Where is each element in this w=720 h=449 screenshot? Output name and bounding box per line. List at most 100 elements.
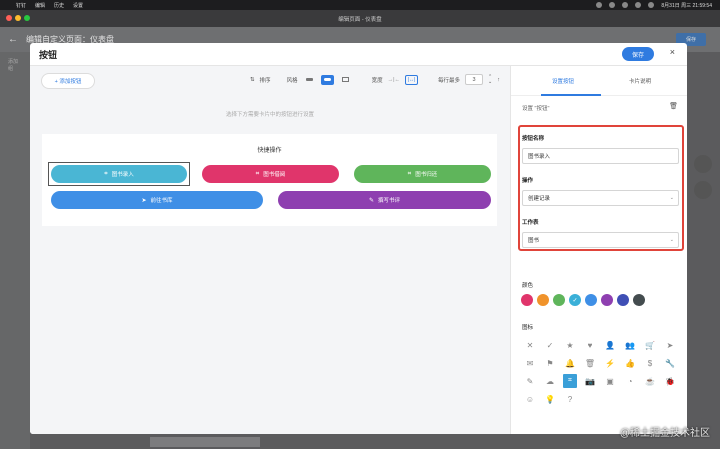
style-pill-option[interactable] [320, 74, 334, 85]
tab-card-description[interactable]: 卡片说明 [629, 77, 651, 85]
icon-option[interactable]: ➤ [660, 336, 680, 354]
color-swatch[interactable] [617, 294, 629, 306]
sort-label[interactable]: 排序 [260, 76, 271, 84]
color-swatch[interactable] [585, 294, 597, 306]
icon-option[interactable]: 👤 [600, 336, 620, 354]
background-circle-icon [694, 181, 712, 199]
color-swatch[interactable] [553, 294, 565, 306]
icon-option[interactable]: ◔ [620, 372, 640, 390]
icon-option[interactable]: ⚡ [600, 354, 620, 372]
icon-option[interactable]: ✎ [520, 372, 540, 390]
save-button[interactable]: 保存 [622, 47, 654, 61]
maximize-window-button[interactable] [24, 15, 30, 21]
quick-button-book-borrow[interactable]: ⌗ 图书借阅 [202, 165, 339, 183]
quick-button-book-entry[interactable]: ⌗ 图书录入 [51, 165, 187, 183]
add-button-button[interactable]: + 添加按钮 [41, 73, 95, 89]
background-circle-icon [694, 155, 712, 173]
battery-icon[interactable] [648, 2, 655, 8]
icon-option[interactable]: 🐞 [660, 372, 680, 390]
pill-shape-icon [323, 78, 331, 81]
width-compact-icon[interactable]: →|← [388, 77, 400, 83]
icon-option[interactable]: ✕ [520, 336, 540, 354]
quick-button-book-return[interactable]: ⌗ 图书归还 [354, 165, 491, 183]
icon-option[interactable]: ♥ [580, 336, 600, 354]
icon-option[interactable]: ⌗ [563, 374, 577, 388]
button-name-label: 按钮名称 [522, 136, 545, 142]
button-name-input[interactable]: 图书录入 [522, 148, 679, 164]
button-settings-modal: 按钮 保存 × + 添加按钮 ⇅ 排序 风格 宽度 →|← |↔| 每行最多 3… [30, 43, 687, 434]
menu-item-settings[interactable]: 设置 [73, 2, 83, 9]
quick-button-label: 图书录入 [111, 172, 134, 178]
tab-button-settings[interactable]: 设置按钮 [552, 77, 574, 85]
background-bottom-tab [150, 437, 260, 447]
icon-option[interactable]: 🔧 [660, 354, 680, 372]
icon-option[interactable]: 👥 [620, 336, 640, 354]
icon-option[interactable]: ⚑ [540, 354, 560, 372]
modal-title: 按钮 [39, 49, 58, 60]
icon-option[interactable]: ▣ [600, 372, 620, 390]
color-swatch[interactable] [537, 294, 549, 306]
send-icon: ➤ [141, 197, 147, 204]
icon-option[interactable]: $ [640, 354, 660, 372]
minimize-window-button[interactable] [15, 15, 21, 21]
style-rect-option[interactable] [303, 75, 316, 85]
color-swatch[interactable] [601, 294, 613, 306]
width-label: 宽度 [371, 77, 383, 84]
outline-shape-icon [341, 77, 349, 82]
icon-option[interactable]: ☕ [640, 372, 660, 390]
color-swatch[interactable]: ✓ [569, 294, 581, 306]
stepper-icon[interactable]: ⌃ ⌄ [488, 74, 492, 85]
action-select[interactable]: 创建记录 ⌄ [522, 190, 679, 206]
sort-icon[interactable]: ⇅ [250, 77, 255, 83]
status-tray: 8月31日 周三 21:59:54 [596, 2, 712, 9]
icon-option[interactable]: ★ [560, 336, 580, 354]
tray-icon[interactable] [596, 2, 603, 8]
width-full-option[interactable]: |↔| [405, 74, 419, 85]
quick-actions-card: 快捷操作 ⌗ 图书录入 ⌗ 图书借阅 ⌗ 图书归还 ➤ 前往书库 ✎ 撰写书评 [42, 134, 497, 226]
icon-option[interactable]: 👍 [620, 354, 640, 372]
menu-item-app[interactable]: 钉钉 [16, 2, 26, 9]
icon-option[interactable]: 📷 [580, 372, 600, 390]
worksheet-select[interactable]: 图书 ⌄ [522, 232, 679, 248]
menu-item-edit[interactable]: 编辑 [35, 2, 45, 9]
icon-option[interactable]: ☺ [520, 390, 540, 408]
icon-option[interactable]: ✓ [540, 336, 560, 354]
active-tab-indicator [541, 94, 601, 96]
color-swatch[interactable] [633, 294, 645, 306]
watermark: @稀土掘金技术社区 [619, 428, 710, 439]
color-palette: ✓ [521, 294, 645, 306]
menu-item-history[interactable]: 历史 [54, 2, 64, 9]
close-icon[interactable]: × [670, 47, 675, 57]
style-outline-option[interactable] [339, 75, 352, 85]
pencil-icon: ✎ [368, 197, 374, 204]
per-row-input[interactable]: 3 [465, 74, 484, 85]
clock[interactable]: 8月31日 周三 21:59:54 [661, 2, 712, 9]
icon-option[interactable]: ? [560, 390, 580, 408]
back-arrow-icon[interactable]: ← [8, 34, 18, 45]
quick-button-write-review[interactable]: ✎ 撰写书评 [278, 191, 491, 209]
tray-icon[interactable] [609, 2, 616, 8]
icon-option[interactable]: 🗑 [580, 354, 600, 372]
icon-option[interactable]: 🛒 [640, 336, 660, 354]
align-icon[interactable]: ↑ [497, 77, 500, 83]
close-window-button[interactable] [6, 15, 12, 21]
icon-grid: ✕ ✓ ★ ♥ 👤 👥 🛒 ➤ ✉ ⚑ 🔔 🗑 ⚡ 👍 $ 🔧 ✎ ☁ ⌗ 📷 ▣ ◔ ☕ 🐞 ☺ 💡? [520, 336, 685, 408]
quick-button-go-library[interactable]: ➤ 前往书库 [51, 191, 263, 209]
scan-icon: ⌗ [407, 170, 412, 177]
settings-tabs: 设置按钮 卡片说明 [511, 66, 687, 96]
icon-option[interactable]: ☁ [540, 372, 560, 390]
quick-button-label: 图书归还 [415, 172, 438, 178]
color-swatch[interactable] [521, 294, 533, 306]
icon-option[interactable]: 🔔 [560, 354, 580, 372]
background-right-rail [690, 147, 720, 207]
tray-icon[interactable] [622, 2, 629, 8]
selection-hint: 选择下方需要卡片中的按钮进行设置 [225, 112, 314, 118]
wifi-icon[interactable] [635, 2, 642, 8]
rect-shape-icon [305, 78, 313, 81]
icon-option[interactable]: ✉ [520, 354, 540, 372]
per-row-label: 每行最多 [438, 77, 461, 84]
icon-option[interactable]: 💡 [540, 390, 560, 408]
background-sidebar: 添加组 [0, 52, 30, 449]
check-icon: ✓ [572, 297, 578, 304]
trash-icon[interactable]: 🗑 [669, 102, 678, 110]
